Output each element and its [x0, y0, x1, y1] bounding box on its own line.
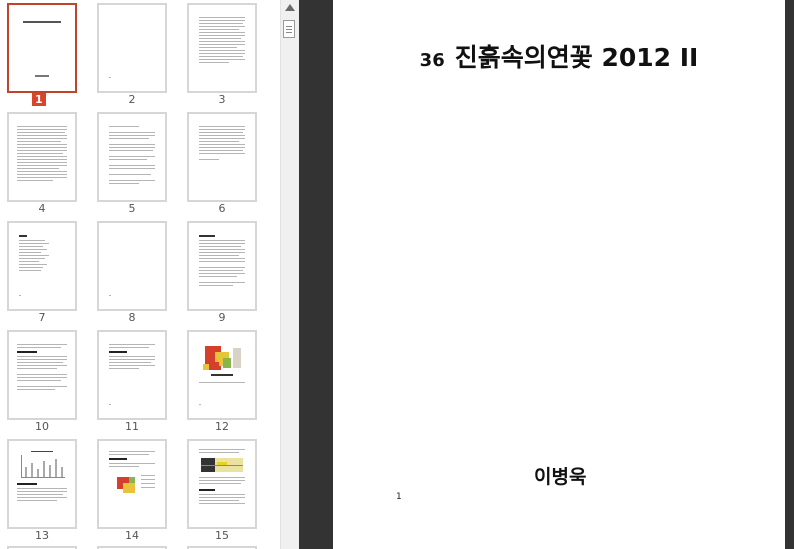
- thumbnail-image[interactable]: [7, 330, 77, 420]
- thumbnail-label: 9: [218, 311, 226, 324]
- thumbnail-image[interactable]: [97, 330, 167, 420]
- scroll-up-arrow-icon[interactable]: [285, 4, 295, 11]
- scrollbar-thumb[interactable]: [283, 20, 295, 38]
- thumbnail-label: 12: [215, 420, 229, 433]
- thumbnail-image[interactable]: [187, 330, 257, 420]
- thumbnail-label: 8: [128, 311, 136, 324]
- thumbnail-label: 11: [125, 420, 139, 433]
- thumbnail-image[interactable]: [97, 3, 167, 93]
- thumbnail-image[interactable]: [7, 3, 77, 93]
- thumbnail-sidebar: 1 2 3 4 5 6 7 8 9 10 11 12 13 14 15: [0, 0, 280, 549]
- thumbnail-image[interactable]: [187, 112, 257, 202]
- thumbnail-label: 13: [35, 529, 49, 542]
- thumbnail-label: 7: [38, 311, 46, 324]
- page-title: 36 진흙속의연꽃 2012 II: [333, 38, 785, 74]
- viewer-background: [299, 0, 333, 549]
- document-page: 36 진흙속의연꽃 2012 II 이병욱 1: [333, 0, 785, 549]
- sidebar-scrollbar[interactable]: [280, 0, 299, 549]
- thumbnail-label: 6: [218, 202, 226, 215]
- thumbnail-label: 15: [215, 529, 229, 542]
- volume-number: 36: [419, 50, 445, 71]
- title-text: 진흙속의연꽃 2012 II: [454, 43, 699, 72]
- thumbnail-image[interactable]: [187, 221, 257, 311]
- thumbnail-label: 4: [38, 202, 46, 215]
- thumbnail-image[interactable]: [187, 3, 257, 93]
- thumbnail-label: 14: [125, 529, 139, 542]
- viewer-background-right: [785, 0, 794, 549]
- thumbnail-image[interactable]: [97, 439, 167, 529]
- thumbnail-image[interactable]: [97, 112, 167, 202]
- thumbnail-image[interactable]: [7, 221, 77, 311]
- thumbnail-label: 3: [218, 93, 226, 106]
- thumbnail-image[interactable]: [7, 439, 77, 529]
- thumbnail-label: 1: [32, 93, 46, 106]
- thumbnail-image[interactable]: [97, 221, 167, 311]
- thumbnail-image[interactable]: [187, 439, 257, 529]
- page-number: 1: [396, 492, 402, 502]
- thumbnail-label: 2: [128, 93, 136, 106]
- page-author: 이병욱: [534, 466, 587, 488]
- thumbnail-label: 5: [128, 202, 136, 215]
- thumbnail-label: 10: [35, 420, 49, 433]
- thumbnail-image[interactable]: [7, 112, 77, 202]
